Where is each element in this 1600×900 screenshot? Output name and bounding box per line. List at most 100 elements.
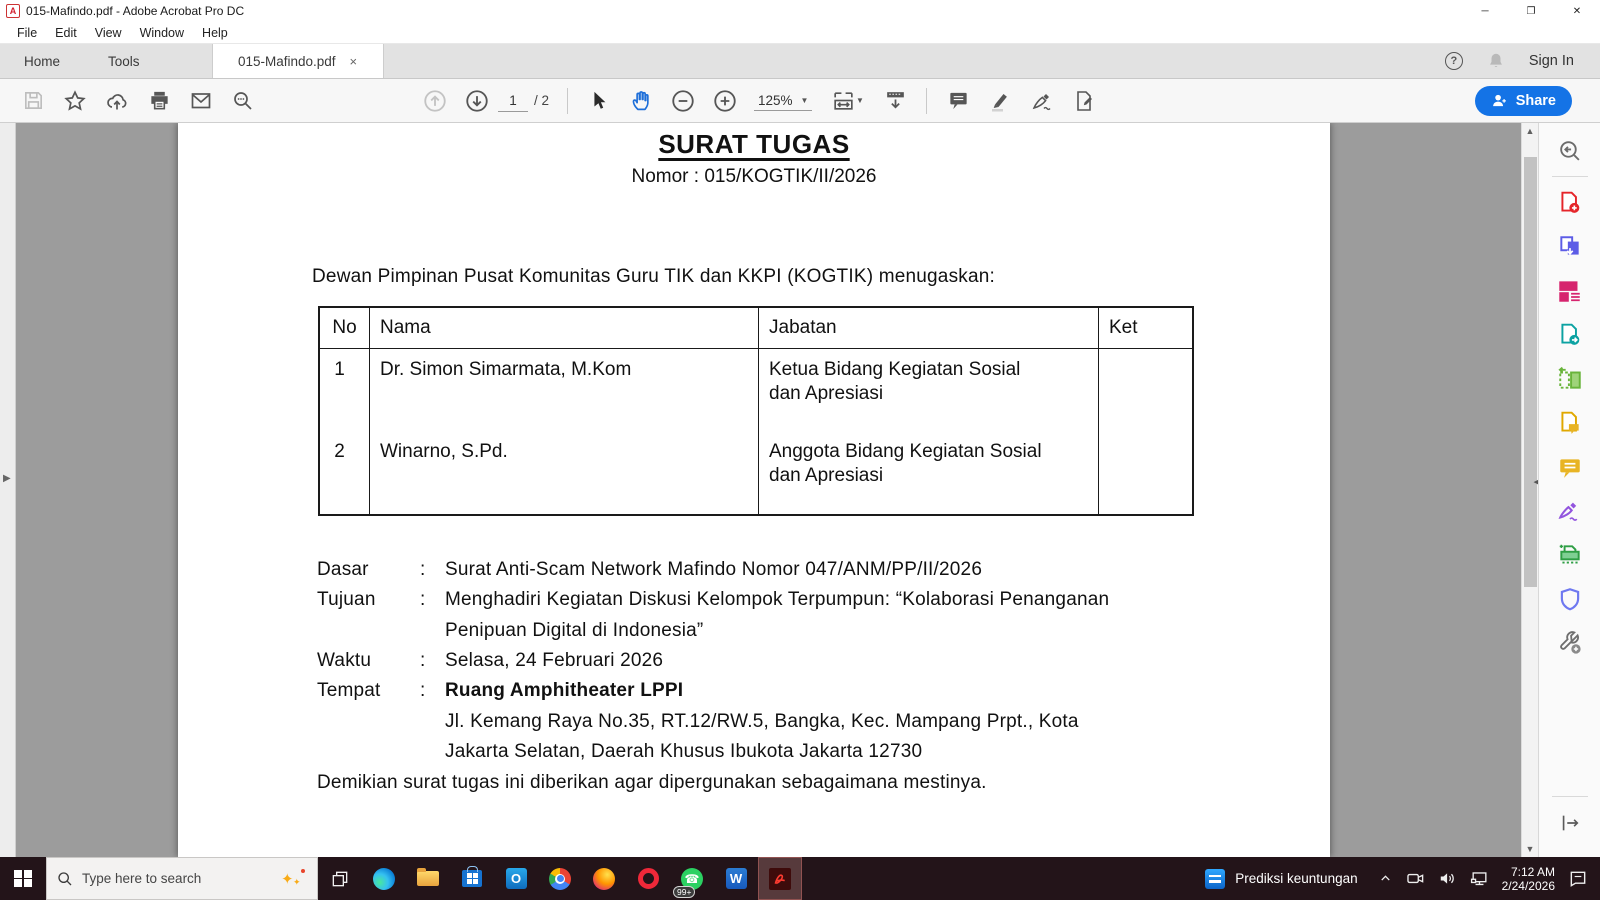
zoom-level-value: 125% [758,93,793,108]
search-icon[interactable] [226,84,260,118]
email-icon[interactable] [184,84,218,118]
previous-page-icon[interactable] [418,84,452,118]
table-col-ket [1098,349,1192,514]
zoom-out-icon[interactable] [666,84,700,118]
table-header-ket: Ket [1098,308,1192,349]
action-center-icon[interactable] [1568,869,1588,889]
star-favorite-icon[interactable] [58,84,92,118]
file-explorer-icon[interactable] [406,857,450,900]
more-tools-icon[interactable] [1550,624,1590,662]
combine-files-icon[interactable] [1550,228,1590,266]
chevron-down-icon: ▼ [801,96,809,105]
whatsapp-icon[interactable]: ☎99+ [670,857,714,900]
comment-icon-tool[interactable] [1550,448,1590,486]
tab-tools[interactable]: Tools [84,44,164,78]
next-page-icon[interactable] [460,84,494,118]
panel-divider [1552,796,1588,797]
page-number-input[interactable] [498,90,528,112]
organize-pages-icon[interactable] [1550,360,1590,398]
fit-width-icon[interactable]: ▼ [824,84,870,118]
select-tool-icon[interactable] [582,84,616,118]
cloud-upload-icon[interactable] [100,84,134,118]
search-highlights-icon[interactable]: ✦✦ [277,866,307,892]
detail-tempat-address2: Jakarta Selatan, Daerah Khusus Ibukota J… [317,741,922,763]
open-panel-icon[interactable] [1550,804,1590,842]
search-placeholder: Type here to search [82,871,201,886]
zoom-in-icon[interactable] [708,84,742,118]
tab-home[interactable]: Home [0,44,84,78]
highlight-icon[interactable] [983,84,1017,118]
scan-and-ocr-icon[interactable] [1550,536,1590,574]
document-intro: Dewan Pimpinan Pusat Komunitas Guru TIK … [312,266,995,288]
edit-pdf-icon[interactable] [1550,272,1590,310]
menu-edit[interactable]: Edit [46,26,86,40]
detail-dasar: Dasar:Surat Anti-Scam Network Mafindo No… [317,559,982,581]
export-pdf-icon[interactable] [1550,316,1590,354]
close-button[interactable]: ✕ [1554,0,1600,22]
running-app-prediksi[interactable]: Prediksi keuntungan [1191,857,1371,900]
taskbar-clock[interactable]: 7:12 AM 2/24/2026 [1502,865,1555,893]
table-col-jabatan: Ketua Bidang Kegiatan Sosialdan Apresias… [758,349,1098,514]
comment-icon[interactable] [941,84,975,118]
help-icon[interactable]: ? [1445,52,1463,70]
detail-tujuan: Tujuan:Menghadiri Kegiatan Diskusi Kelom… [317,589,1109,611]
sign-in-button[interactable]: Sign In [1529,53,1574,69]
hidden-icons-chevron[interactable] [1378,871,1393,886]
task-view-button[interactable] [318,857,362,900]
fill-sign-icon[interactable] [1025,84,1059,118]
table-header-no: No [320,308,369,349]
running-app-icon [1205,869,1225,889]
tab-document-label: 015-Mafindo.pdf [238,54,336,69]
microsoft-store-icon[interactable] [450,857,494,900]
system-tray: 7:12 AM 2/24/2026 [1372,857,1600,900]
opera-icon[interactable] [626,857,670,900]
menu-help[interactable]: Help [193,26,237,40]
edit-pdf-icon[interactable] [1067,84,1101,118]
chrome-icon[interactable] [538,857,582,900]
tab-close-icon[interactable]: × [350,54,358,69]
tab-bar-right: ? Sign In [1445,44,1600,78]
edge-icon[interactable] [362,857,406,900]
scroll-down-icon[interactable]: ▼ [1522,844,1538,854]
meet-now-camera-icon[interactable] [1406,869,1425,888]
zoom-level-select[interactable]: 125% ▼ [754,91,812,111]
save-icon[interactable] [16,84,50,118]
tab-document[interactable]: 015-Mafindo.pdf × [212,44,384,78]
create-pdf-icon[interactable] [1550,184,1590,222]
outlook-icon[interactable]: O [494,857,538,900]
search-tools-icon[interactable] [1550,131,1590,169]
fill-and-sign-icon[interactable] [1550,492,1590,530]
scroll-up-icon[interactable]: ▲ [1522,126,1538,136]
word-icon[interactable]: W [714,857,758,900]
menu-file[interactable]: File [8,26,46,40]
toolbar-divider [926,88,927,114]
acrobat-icon-active[interactable] [758,857,802,900]
menu-view[interactable]: View [86,26,131,40]
menu-bar: File Edit View Window Help [0,22,1600,44]
menu-window[interactable]: Window [131,26,193,40]
scrolling-mode-icon[interactable] [878,84,912,118]
expand-nav-pane-icon[interactable]: ▶ [3,473,11,484]
notifications-bell-icon[interactable] [1487,52,1505,70]
vertical-scrollbar[interactable]: ▲ ▼ [1521,123,1538,857]
firefox-icon[interactable] [582,857,626,900]
scrollbar-thumb[interactable] [1524,157,1537,587]
hand-tool-icon[interactable] [624,84,658,118]
title-bar: A 015-Mafindo.pdf - Adobe Acrobat Pro DC… [0,0,1600,22]
start-button[interactable] [0,857,46,900]
print-icon[interactable] [142,84,176,118]
table-header-nama: Nama [369,308,758,349]
share-button[interactable]: Share [1475,86,1572,116]
table-header-jabatan: Jabatan [758,308,1098,349]
taskbar-search-input[interactable]: Type here to search ✦✦ [46,857,318,900]
volume-icon[interactable] [1438,869,1457,888]
toolbar-divider [567,88,568,114]
restore-button[interactable]: ❐ [1508,0,1554,22]
window-title: 015-Mafindo.pdf - Adobe Acrobat Pro DC [26,4,244,18]
document-closing: Demikian surat tugas ini diberikan agar … [317,772,987,794]
protect-icon[interactable] [1550,580,1590,618]
minimize-button[interactable]: ─ [1462,0,1508,22]
navigation-pane-strip[interactable] [0,123,16,857]
network-icon[interactable] [1470,869,1489,888]
send-for-comments-icon[interactable] [1550,404,1590,442]
